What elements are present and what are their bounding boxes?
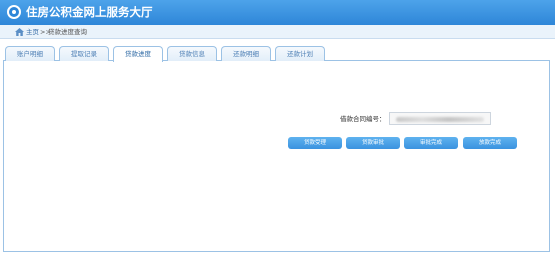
home-icon bbox=[15, 28, 24, 36]
step-approval-complete: 审批完成 bbox=[404, 137, 458, 149]
tab-loan-info[interactable]: 贷款信息 bbox=[167, 46, 217, 61]
content-panel bbox=[3, 61, 550, 252]
contract-number-label: 借款合同编号： bbox=[340, 115, 386, 123]
app-window: 住房公积金网上服务大厅 主页 >> 贷款进度查询 账户明细 提取记录 贷款进度 … bbox=[0, 0, 555, 254]
page-title: 住房公积金网上服务大厅 bbox=[26, 5, 153, 19]
step-disbursement-complete: 放款完成 bbox=[463, 137, 517, 149]
step-loan-approval: 贷款审批 bbox=[346, 137, 400, 149]
tab-account-detail[interactable]: 账户明细 bbox=[5, 46, 55, 61]
tab-withdrawal-records[interactable]: 提取记录 bbox=[59, 46, 109, 61]
step-loan-accepted: 贷款受理 bbox=[288, 137, 342, 149]
tab-repayment-plan[interactable]: 还款计划 bbox=[275, 46, 325, 61]
redacted-value bbox=[396, 117, 484, 122]
header-bar: 住房公积金网上服务大厅 bbox=[0, 0, 555, 25]
logo-icon bbox=[7, 5, 21, 19]
contract-number-field bbox=[389, 112, 491, 125]
tab-repayment-detail[interactable]: 还款明细 bbox=[221, 46, 271, 61]
tab-loan-progress[interactable]: 贷款进度 bbox=[113, 46, 163, 62]
breadcrumb-current: 贷款进度查询 bbox=[48, 28, 87, 36]
breadcrumb-home-link[interactable]: 主页 bbox=[26, 27, 39, 37]
